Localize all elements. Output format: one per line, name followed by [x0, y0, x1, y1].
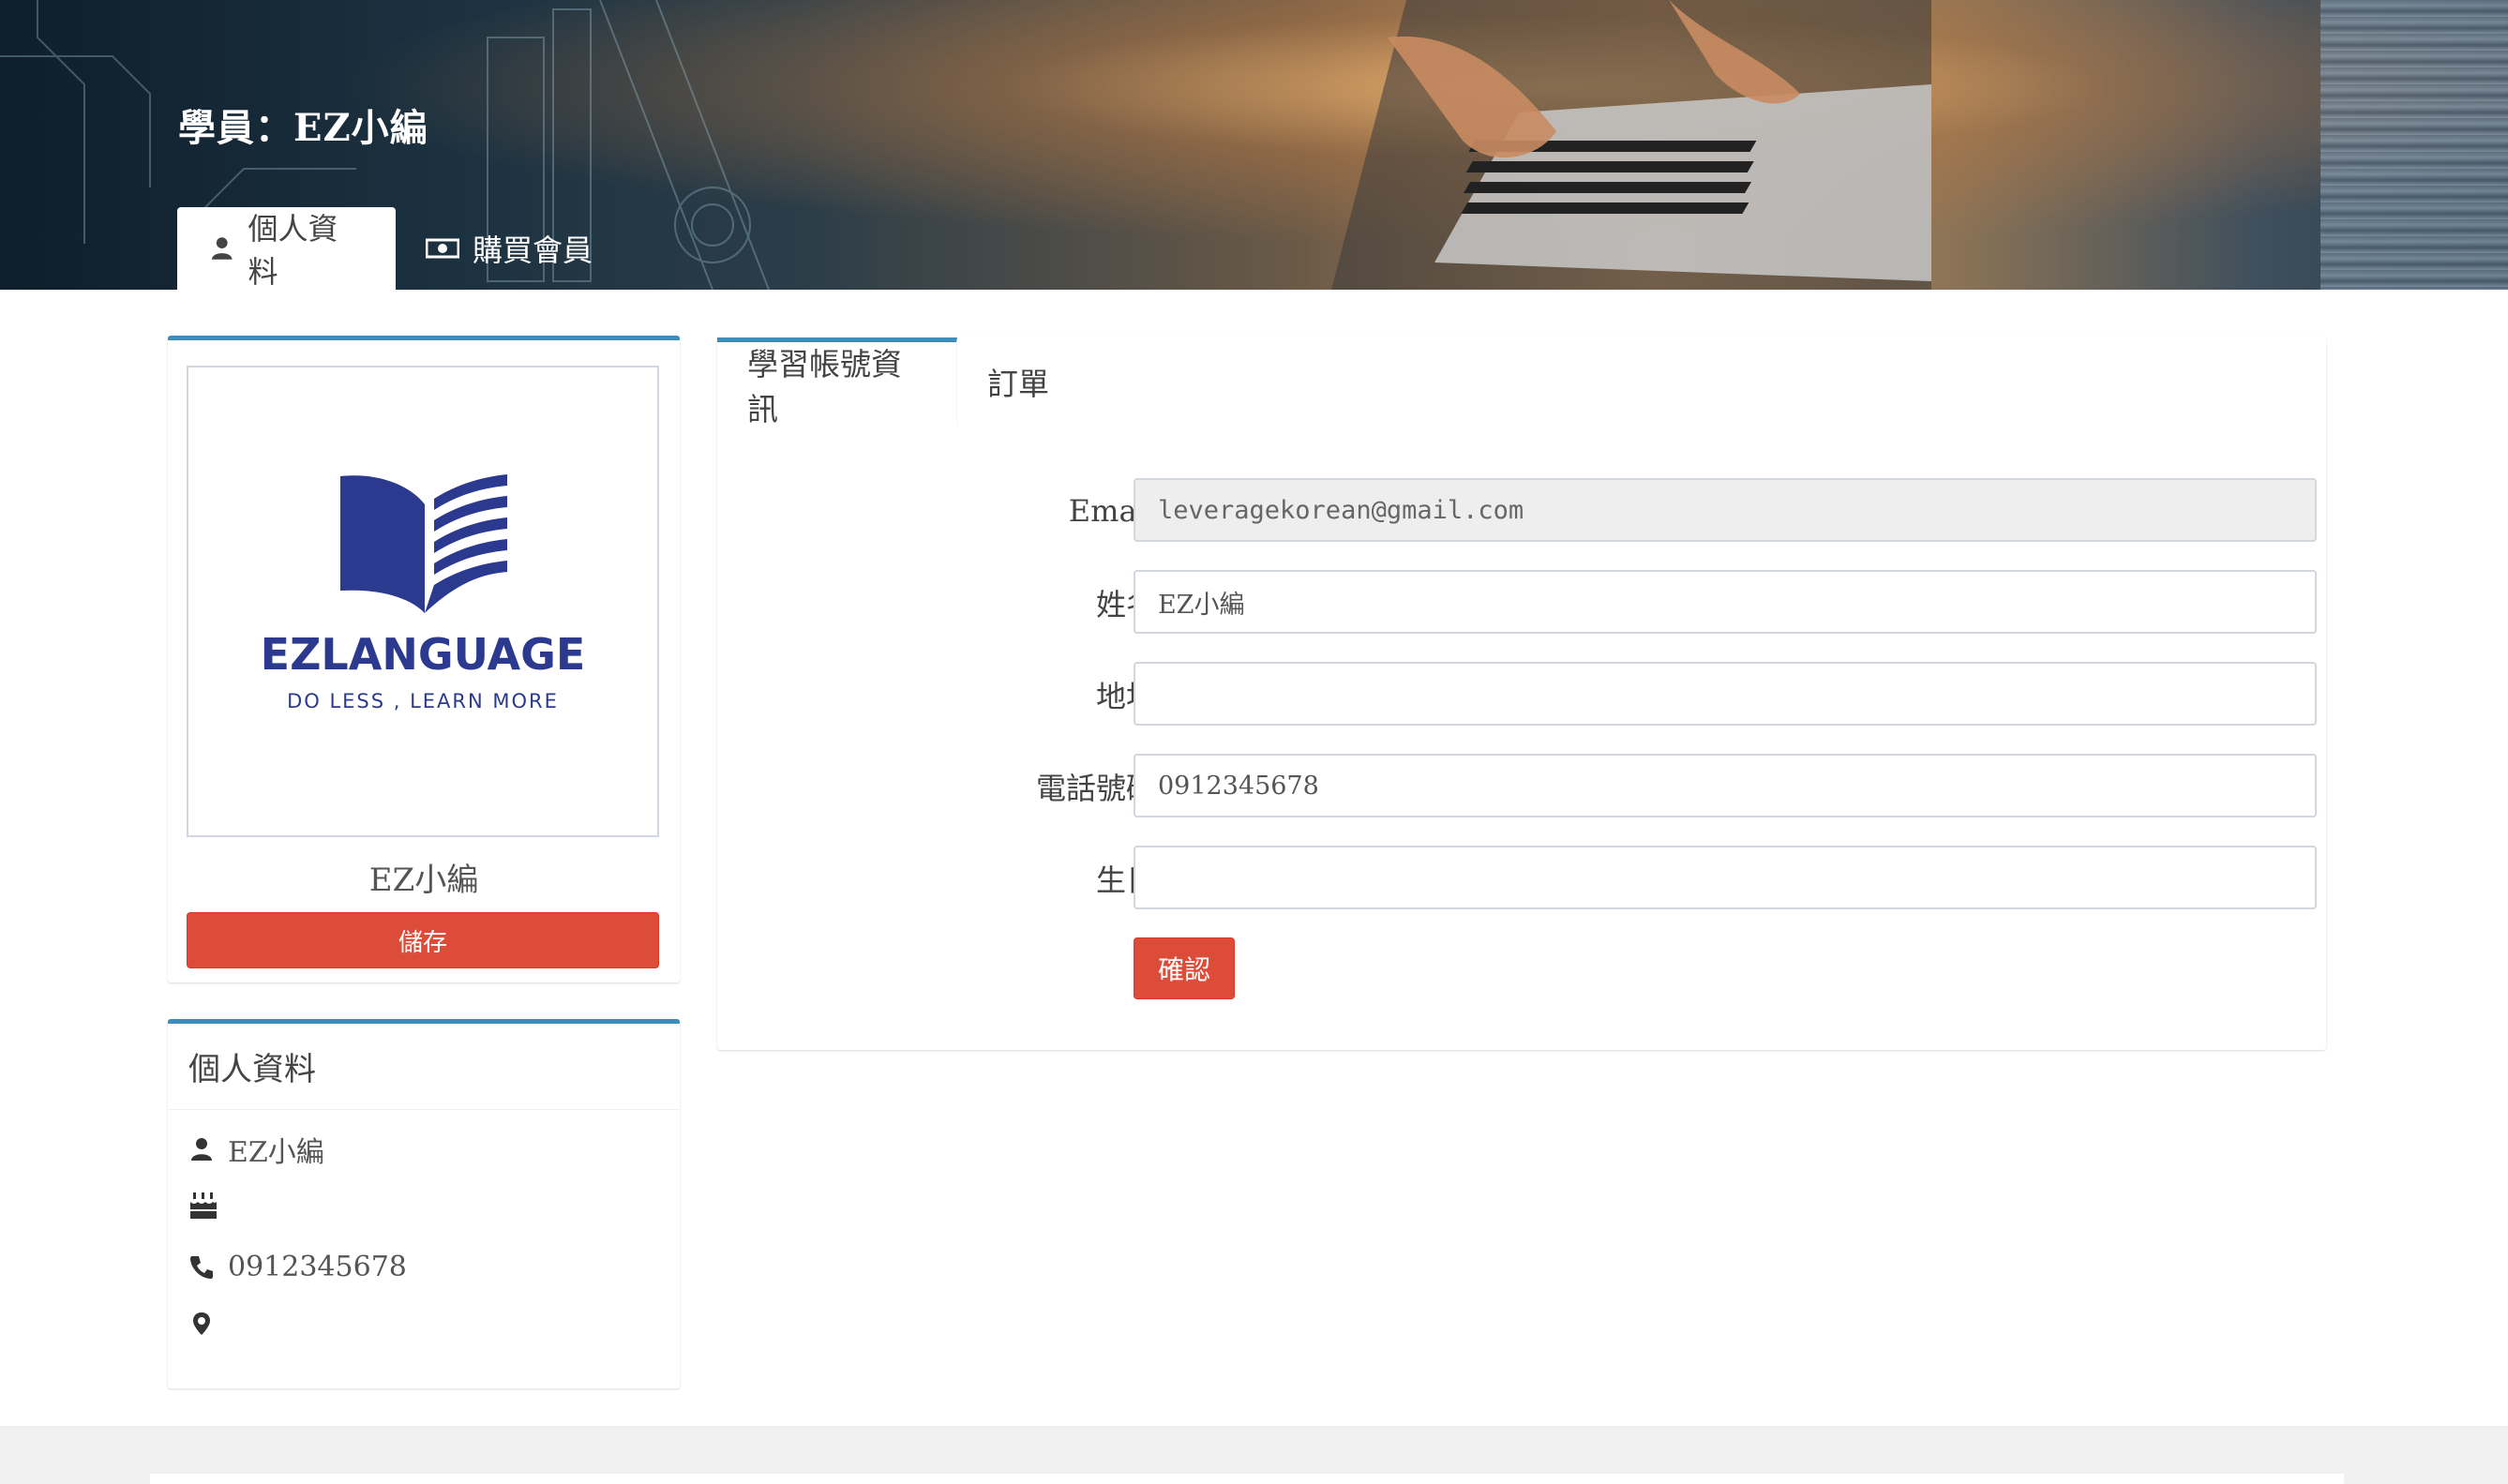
phone-field[interactable]: [1134, 754, 2317, 817]
tab-orders[interactable]: 訂單: [957, 337, 1079, 426]
profile-card: EZLANGUAGE DO LESS , LEARN MORE EZ小編 儲存: [168, 336, 680, 982]
form-row-email: Email: [717, 478, 2326, 544]
laptop-image: [1331, 0, 1931, 290]
profile-name: EZ小編: [368, 862, 479, 899]
account-panel: 學習帳號資訊 訂單 Email 姓名 地址 電話號碼 生日 確認: [717, 337, 2326, 1050]
tab-buy-membership-label: 購買會員: [473, 232, 593, 268]
phone-icon: [190, 1255, 213, 1279]
birthday-field[interactable]: [1134, 846, 2317, 909]
info-phone-value: 0912345678: [228, 1251, 407, 1283]
footer-container: [150, 1474, 2344, 1484]
info-row-phone: 0912345678: [188, 1251, 407, 1283]
map-marker-icon: [193, 1312, 210, 1335]
personal-info-title: 個人資料: [168, 1024, 680, 1110]
money-icon: [426, 238, 459, 259]
user-icon: [211, 237, 233, 260]
info-row-birthday: [188, 1191, 232, 1221]
header-tabs: 個人資料 購買會員: [177, 207, 623, 290]
account-tabs: 學習帳號資訊 訂單: [717, 337, 1079, 427]
hero-banner: 學員：EZ小編 個人資料 購買會員: [0, 0, 2508, 290]
save-button[interactable]: 儲存: [187, 912, 659, 968]
tab-profile[interactable]: 個人資料: [177, 207, 396, 290]
info-name-value: EZ小編: [228, 1136, 324, 1169]
form-row-name: 姓名: [717, 570, 2326, 636]
form-row-address: 地址: [717, 662, 2326, 727]
profile-avatar: EZLANGUAGE DO LESS , LEARN MORE: [187, 366, 659, 837]
name-field[interactable]: [1134, 570, 2317, 634]
tab-buy-membership[interactable]: 購買會員: [396, 207, 623, 290]
info-row-address: [188, 1311, 228, 1337]
tab-profile-label: 個人資料: [248, 211, 338, 290]
logo-brand-text: EZLANGUAGE: [261, 629, 586, 680]
user-icon: [191, 1138, 212, 1161]
personal-info-card: 個人資料 EZ小編 0912345678: [168, 1019, 680, 1388]
logo-tagline-text: DO LESS , LEARN MORE: [287, 690, 559, 712]
confirm-button[interactable]: 確認: [1134, 937, 1235, 999]
form-row-birthday: 生日: [717, 846, 2326, 911]
info-row-name: EZ小編: [188, 1129, 324, 1170]
books-image: [2320, 0, 2508, 290]
birthday-cake-icon: [190, 1192, 217, 1219]
form-row-phone: 電話號碼: [717, 754, 2326, 819]
address-field[interactable]: [1134, 662, 2317, 726]
page-title: 學員：EZ小編: [178, 106, 428, 150]
tab-account-info[interactable]: 學習帳號資訊: [717, 337, 957, 427]
ezlanguage-logo: EZLANGUAGE DO LESS , LEARN MORE: [261, 474, 586, 712]
email-field[interactable]: [1134, 478, 2317, 542]
